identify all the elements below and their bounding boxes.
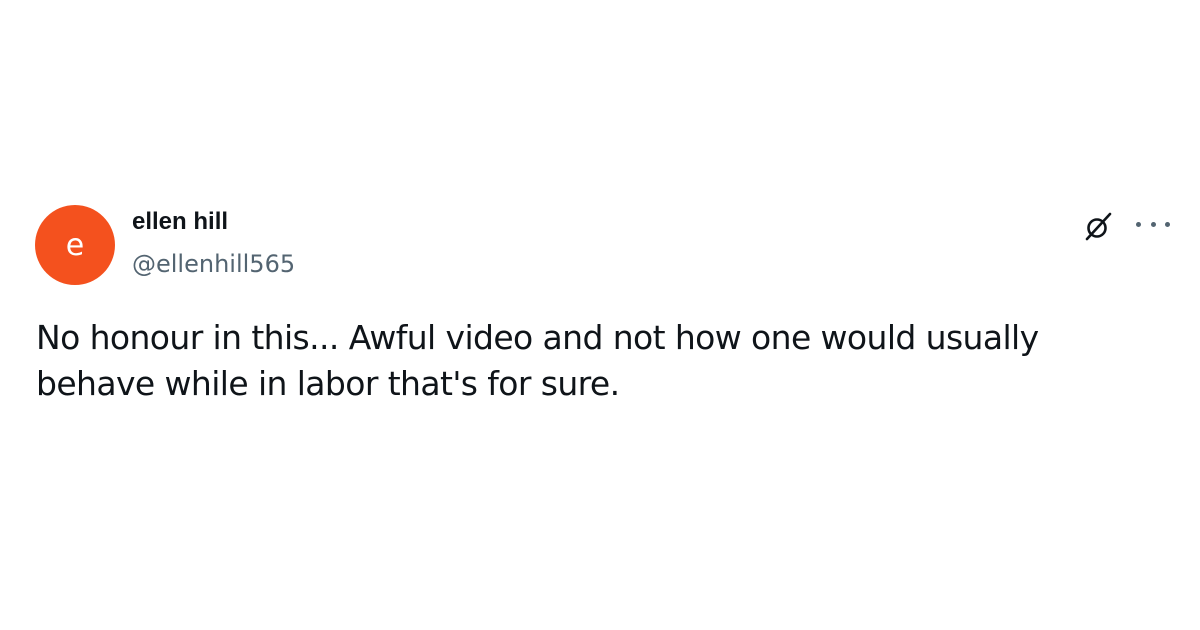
more-options-icon[interactable] bbox=[1136, 212, 1170, 236]
author-display-name[interactable]: ellen hill bbox=[132, 208, 228, 236]
tweet-card: e ellen hill @ellenhill565 No honour in … bbox=[0, 0, 1200, 630]
tweet-text: No honour in this... Awful video and not… bbox=[36, 318, 1039, 403]
avatar-letter: e bbox=[65, 227, 85, 263]
author-handle[interactable]: @ellenhill565 bbox=[132, 250, 295, 278]
grok-icon[interactable] bbox=[1083, 211, 1113, 241]
avatar[interactable]: e bbox=[35, 205, 115, 285]
